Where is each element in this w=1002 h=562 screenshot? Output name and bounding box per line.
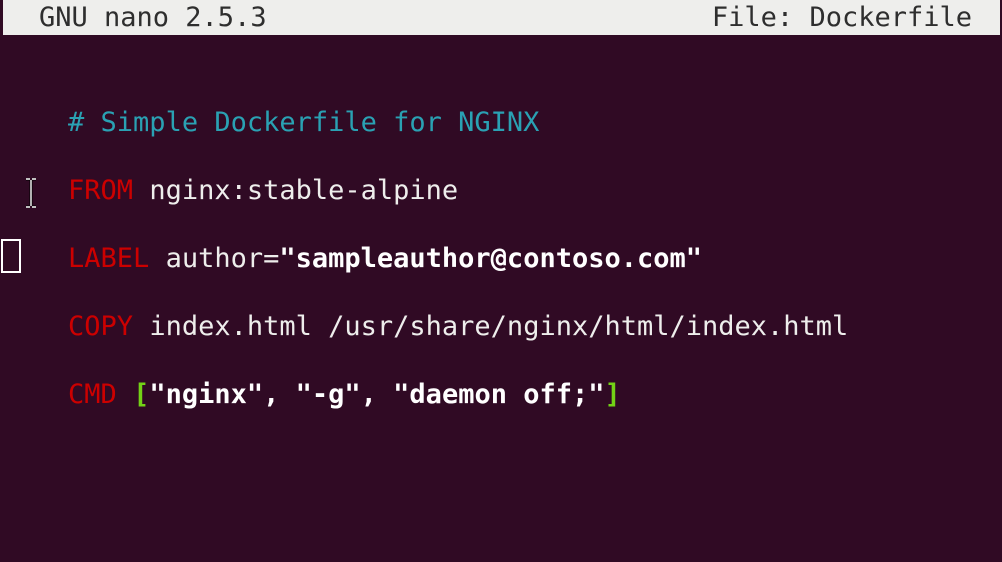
- copy-argument: index.html /usr/share/nginx/html/index.h…: [133, 311, 849, 342]
- comment-text: # Simple Dockerfile for NGINX: [68, 107, 540, 138]
- editor-line-from[interactable]: FROM nginx:stable-alpine: [3, 137, 458, 206]
- label-key: author=: [149, 243, 280, 274]
- label-keyword: LABEL: [68, 243, 150, 274]
- from-argument: nginx:stable-alpine: [133, 175, 459, 206]
- editor-line-comment[interactable]: # Simple Dockerfile for NGINX: [3, 69, 539, 138]
- file-name-label: File: Dockerfile: [711, 2, 972, 33]
- cmd-close-bracket: ]: [604, 379, 621, 410]
- cmd-space: [117, 379, 133, 410]
- app-version-label: GNU nano 2.5.3: [39, 2, 267, 33]
- editor-line-copy[interactable]: COPY index.html /usr/share/nginx/html/in…: [3, 273, 848, 342]
- cmd-arguments: "nginx", "-g", "daemon off;": [149, 379, 605, 410]
- nano-title-bar: GNU nano 2.5.3 File: Dockerfile: [3, 0, 1000, 35]
- from-keyword: FROM: [68, 175, 134, 206]
- label-value: "sampleauthor@contoso.com": [279, 243, 702, 274]
- cmd-open-bracket: [: [133, 379, 150, 410]
- terminal-window[interactable]: GNU nano 2.5.3 File: Dockerfile # Simple…: [0, 0, 1002, 562]
- copy-keyword: COPY: [68, 311, 134, 342]
- cmd-keyword: CMD: [68, 379, 117, 410]
- block-cursor: [1, 239, 21, 273]
- i-beam-cursor-icon: [26, 178, 36, 208]
- editor-line-cmd[interactable]: CMD ["nginx", "-g", "daemon off;"]: [3, 341, 621, 410]
- editor-line-label[interactable]: LABEL author="sampleauthor@contoso.com": [3, 205, 702, 274]
